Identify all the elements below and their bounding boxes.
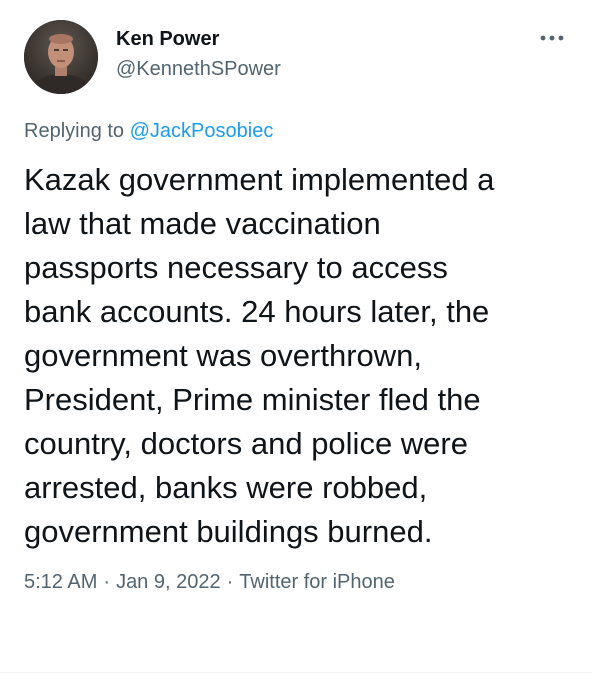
- replying-to: Replying to @JackPosobiec: [24, 120, 273, 143]
- profile-photo: [24, 20, 98, 94]
- more-horizontal-icon: [540, 35, 564, 41]
- meta-separator: ·: [226, 571, 234, 593]
- avatar[interactable]: [24, 20, 98, 94]
- author-handle[interactable]: @KennethSPower: [116, 58, 281, 81]
- tweet-text-line: country, doctors and police were: [24, 426, 468, 461]
- tweet-card: Ken Power @KennethSPower Replying to @Ja…: [0, 0, 592, 680]
- author-display-name[interactable]: Ken Power: [116, 28, 219, 51]
- more-options-button[interactable]: [534, 26, 570, 50]
- replying-to-label: Replying to: [24, 120, 130, 142]
- meta-separator: ·: [103, 571, 111, 593]
- divider: [0, 672, 592, 673]
- tweet-text-line: President, Prime minister fled the: [24, 382, 481, 417]
- reply-mention-link[interactable]: @JackPosobiec: [130, 120, 274, 142]
- tweet-date[interactable]: Jan 9, 2022: [116, 571, 221, 593]
- tweet-metadata: 5:12 AM · Jan 9, 2022 · Twitter for iPhone: [24, 571, 395, 594]
- tweet-text-line: law that made vaccination: [24, 206, 381, 241]
- tweet-text-line: arrested, banks were robbed,: [24, 470, 428, 505]
- tweet-text-line: passports necessary to access: [24, 250, 448, 285]
- tweet-time[interactable]: 5:12 AM: [24, 571, 97, 593]
- tweet-text-line: government was overthrown,: [24, 338, 423, 373]
- tweet-text-line: government buildings burned.: [24, 514, 433, 549]
- tweet-source[interactable]: Twitter for iPhone: [239, 571, 395, 593]
- tweet-text-line: bank accounts. 24 hours later, the: [24, 294, 490, 329]
- tweet-text: Kazak government implemented a law that …: [24, 158, 572, 554]
- tweet-text-line: Kazak government implemented a: [24, 162, 495, 197]
